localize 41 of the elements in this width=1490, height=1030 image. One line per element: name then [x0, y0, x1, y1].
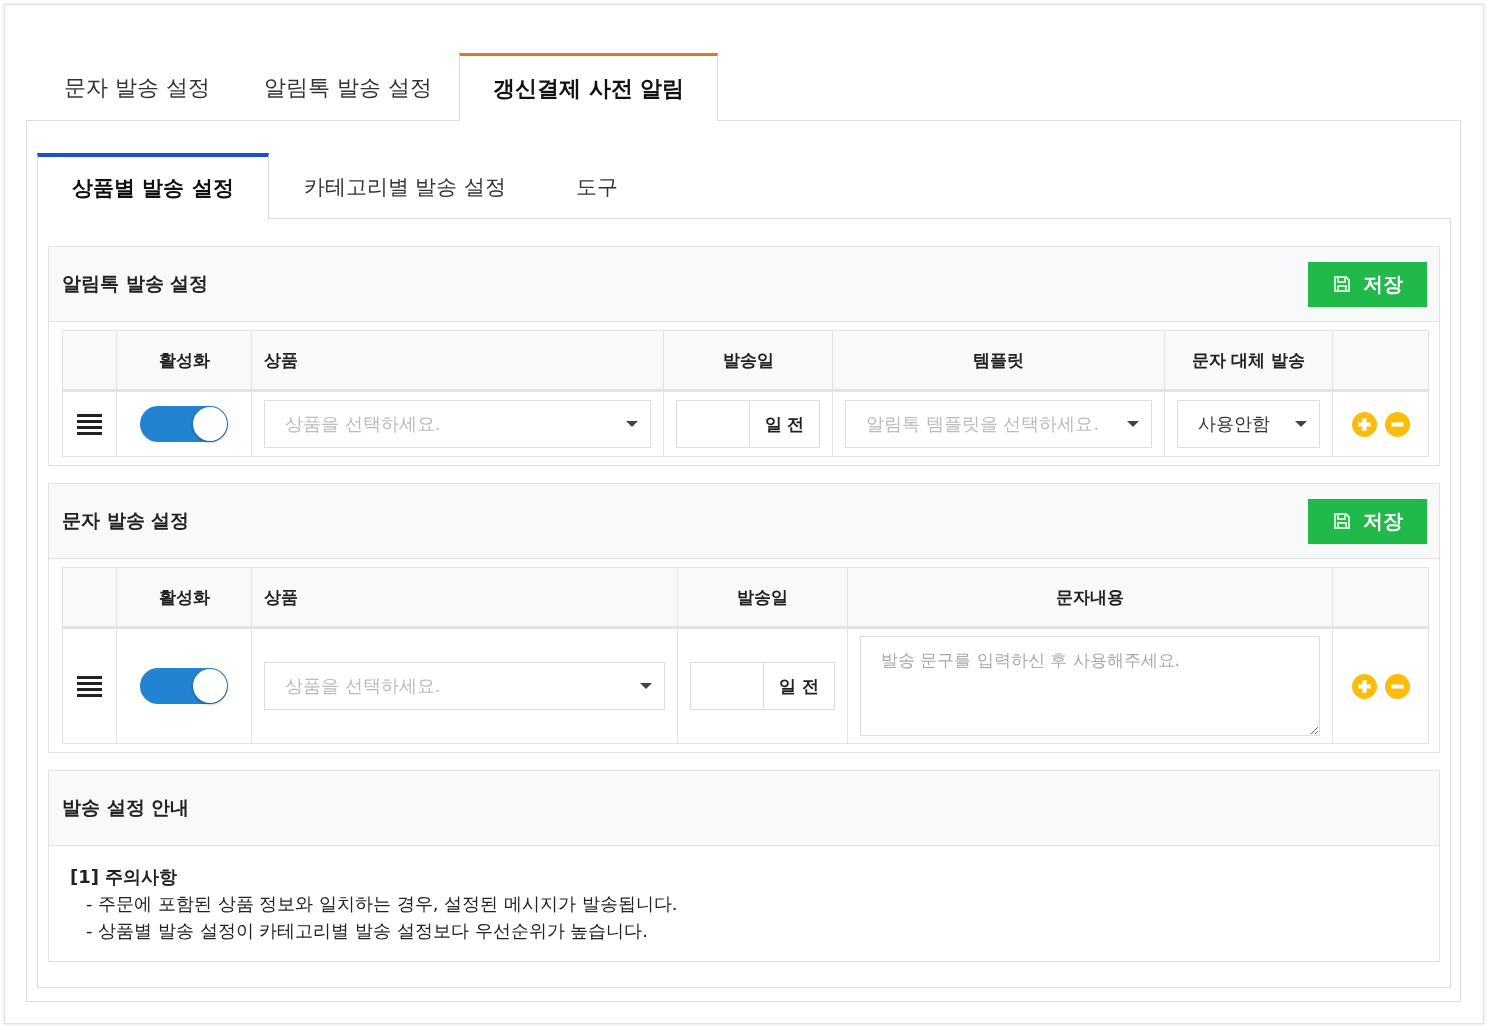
notice-text: - 주문에 포함된 상품 정보와 일치하는 경우, 설정된 메시지가 발송됩니다.: [85, 892, 679, 916]
save-icon: [1332, 275, 1351, 293]
days-input[interactable]: [676, 400, 750, 448]
days-suffix: 일 전: [764, 662, 835, 710]
save-icon: [1332, 512, 1351, 530]
column-header: 활성화: [158, 349, 210, 370]
tab[interactable]: 상품별 발송 설정: [37, 153, 269, 219]
tab[interactable]: 도구: [541, 153, 653, 219]
column-header: 발송일: [722, 349, 774, 370]
tab[interactable]: 갱신결제 사전 알림: [459, 53, 719, 121]
remove-icon[interactable]: [1384, 411, 1410, 437]
remove-icon[interactable]: [1384, 673, 1410, 699]
fallback-select[interactable]: 사용안함: [1177, 400, 1320, 448]
toggle-switch[interactable]: [140, 406, 228, 442]
column-header: 활성화: [158, 586, 210, 607]
panel-title: 알림톡 발송 설정: [62, 271, 209, 296]
column-header: 문자 대체 발송: [1191, 349, 1306, 370]
drag-handle-icon[interactable]: [77, 675, 102, 697]
toggle-switch[interactable]: [140, 668, 228, 704]
tab[interactable]: 문자 발송 설정: [37, 53, 237, 121]
days-input[interactable]: [690, 662, 764, 710]
caret-icon: [640, 683, 652, 689]
days-suffix: 일 전: [750, 400, 820, 448]
column-header: 문자내용: [1056, 586, 1124, 607]
column-header: 발송일: [737, 586, 788, 607]
notice-text: - 상품별 발송 설정이 카테고리별 발송 설정보다 우선순위가 높습니다.: [85, 919, 649, 943]
message-textarea[interactable]: 발송 문구를 입력하신 후 사용해주세요.: [860, 636, 1320, 736]
caret-icon: [626, 421, 638, 427]
panel-title: 문자 발송 설정: [62, 508, 190, 533]
tab[interactable]: 카테고리별 발송 설정: [268, 153, 541, 219]
add-icon[interactable]: [1351, 673, 1377, 699]
column-header: 템플릿: [973, 349, 1024, 370]
add-icon[interactable]: [1351, 411, 1377, 437]
panel-title: 발송 설정 안내: [62, 795, 190, 820]
drag-handle-icon[interactable]: [77, 413, 102, 435]
notice-heading: [1] 주의사항: [70, 865, 179, 889]
caret-icon: [1127, 421, 1139, 427]
caret-icon: [1295, 421, 1307, 427]
column-header: 상품: [264, 586, 298, 607]
column-header: 상품: [264, 349, 298, 370]
tab[interactable]: 알림톡 발송 설정: [237, 53, 459, 121]
